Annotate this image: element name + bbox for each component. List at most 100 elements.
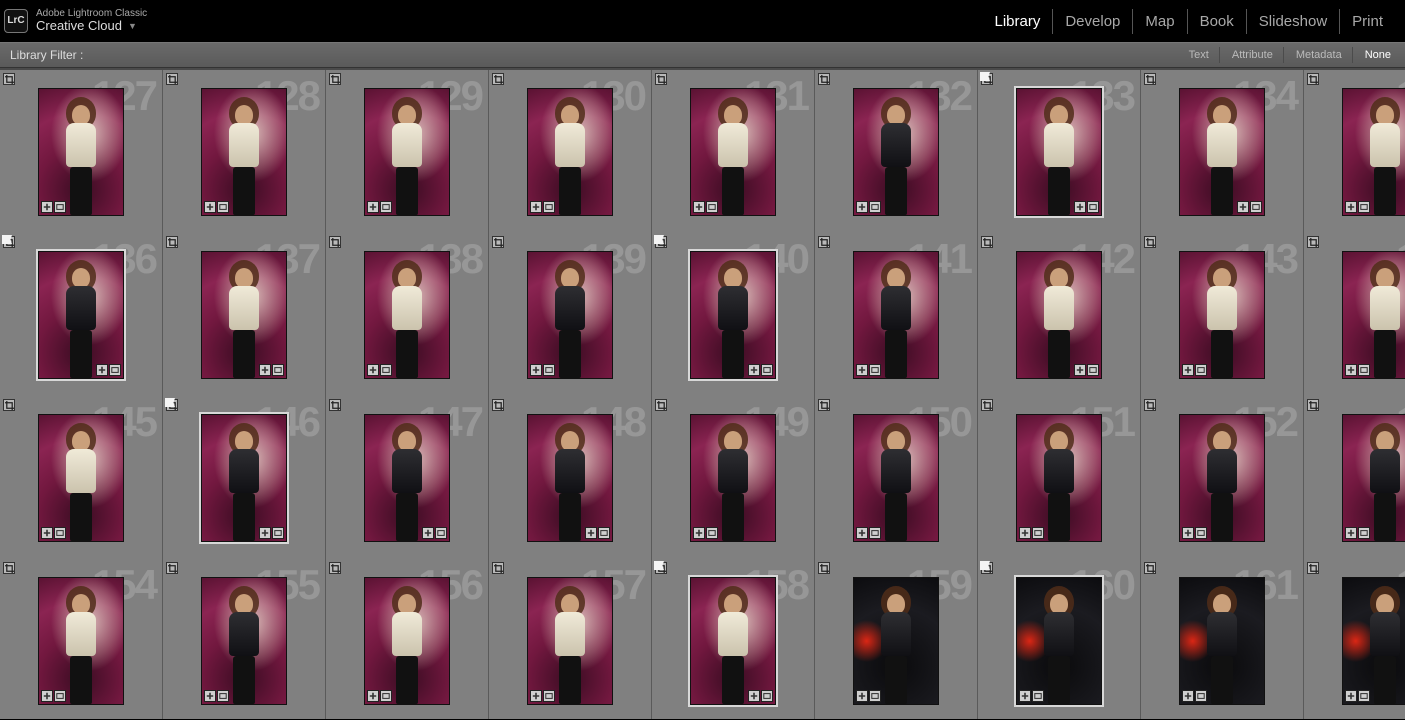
pick-flag-icon[interactable] (980, 72, 990, 81)
thumbnail[interactable] (1342, 251, 1405, 379)
thumbnail[interactable] (38, 251, 124, 379)
thumbnail[interactable] (364, 414, 450, 542)
grid-cell[interactable]: 147 (326, 396, 489, 559)
thumbnail[interactable] (527, 88, 613, 216)
develop-badge-icon (367, 690, 379, 702)
filter-option-none[interactable]: None (1355, 47, 1395, 63)
grid-cell[interactable]: 154 (0, 559, 163, 719)
thumbnail[interactable] (38, 88, 124, 216)
filter-option-text[interactable]: Text (1179, 47, 1220, 63)
grid-cell[interactable]: 128 (163, 70, 326, 233)
thumbnail[interactable] (201, 88, 287, 216)
grid-cell[interactable]: 161 (1141, 559, 1304, 719)
chevron-down-icon[interactable]: ▼ (128, 22, 137, 32)
grid-view[interactable]: 1271281291301311321331341351361371381391… (0, 68, 1405, 719)
grid-cell[interactable]: 131 (652, 70, 815, 233)
thumbnail[interactable] (1179, 88, 1265, 216)
thumbnail[interactable] (364, 251, 450, 379)
grid-cell[interactable]: 129 (326, 70, 489, 233)
grid-cell[interactable]: 130 (489, 70, 652, 233)
crop-icon (655, 399, 667, 411)
filter-option-metadata[interactable]: Metadata (1286, 47, 1353, 63)
grid-cell[interactable]: 132 (815, 70, 978, 233)
thumbnail[interactable] (1016, 88, 1102, 216)
thumbnail[interactable] (853, 577, 939, 705)
module-tab-map[interactable]: Map (1133, 9, 1187, 34)
grid-cell[interactable]: 139 (489, 233, 652, 396)
thumbnail[interactable] (853, 414, 939, 542)
thumbnail[interactable] (690, 414, 776, 542)
develop-badge-icon (1345, 201, 1357, 213)
thumbnail[interactable] (1016, 414, 1102, 542)
thumbnail[interactable] (690, 251, 776, 379)
grid-cell[interactable]: 159 (815, 559, 978, 719)
thumbnail[interactable] (364, 88, 450, 216)
module-tab-develop[interactable]: Develop (1053, 9, 1133, 34)
thumbnail[interactable] (1342, 88, 1405, 216)
develop-badge-icon (1345, 364, 1357, 376)
thumbnail[interactable] (1342, 577, 1405, 705)
module-tab-library[interactable]: Library (982, 9, 1053, 34)
grid-cell[interactable]: 158 (652, 559, 815, 719)
thumbnail[interactable] (1179, 251, 1265, 379)
grid-cell[interactable]: 137 (163, 233, 326, 396)
grid-cell[interactable]: 140 (652, 233, 815, 396)
thumbnail[interactable] (38, 414, 124, 542)
grid-cell[interactable]: 152 (1141, 396, 1304, 559)
grid-cell[interactable]: 156 (326, 559, 489, 719)
filter-option-attribute[interactable]: Attribute (1222, 47, 1284, 63)
thumbnail[interactable] (690, 577, 776, 705)
pick-flag-icon[interactable] (654, 561, 664, 570)
thumbnail[interactable] (364, 577, 450, 705)
grid-cell[interactable]: 138 (326, 233, 489, 396)
grid-cell[interactable]: 136 (0, 233, 163, 396)
grid-cell[interactable]: 142 (978, 233, 1141, 396)
crop-badge-icon (706, 201, 718, 213)
grid-cell[interactable]: 127 (0, 70, 163, 233)
thumbnail[interactable] (527, 414, 613, 542)
grid-cell[interactable]: 144 (1304, 233, 1405, 396)
thumbnail[interactable] (690, 88, 776, 216)
pick-flag-icon[interactable] (2, 235, 12, 244)
grid-cell[interactable]: 134 (1141, 70, 1304, 233)
grid-cell[interactable]: 150 (815, 396, 978, 559)
grid-cell[interactable]: 149 (652, 396, 815, 559)
grid-cell[interactable]: 157 (489, 559, 652, 719)
module-tab-slideshow[interactable]: Slideshow (1247, 9, 1340, 34)
thumbnail-badges (693, 201, 718, 213)
module-tab-book[interactable]: Book (1188, 9, 1247, 34)
thumbnail[interactable] (1179, 577, 1265, 705)
thumbnail[interactable] (527, 251, 613, 379)
thumbnail[interactable] (853, 88, 939, 216)
pick-flag-icon[interactable] (654, 235, 664, 244)
grid-cell[interactable]: 155 (163, 559, 326, 719)
grid-cell[interactable]: 160 (978, 559, 1141, 719)
thumbnail[interactable] (201, 414, 287, 542)
crop-icon (1144, 562, 1156, 574)
crop-icon (492, 236, 504, 248)
crop-icon (329, 236, 341, 248)
develop-badge-icon (856, 364, 868, 376)
thumbnail[interactable] (527, 577, 613, 705)
grid-cell[interactable]: 133 (978, 70, 1141, 233)
thumbnail[interactable] (1016, 577, 1102, 705)
grid-cell[interactable]: 143 (1141, 233, 1304, 396)
grid-cell[interactable]: 146 (163, 396, 326, 559)
grid-cell[interactable]: 153 (1304, 396, 1405, 559)
thumbnail[interactable] (1179, 414, 1265, 542)
module-tab-print[interactable]: Print (1340, 9, 1395, 34)
grid-cell[interactable]: 135 (1304, 70, 1405, 233)
thumbnail[interactable] (38, 577, 124, 705)
grid-cell[interactable]: 151 (978, 396, 1141, 559)
thumbnail[interactable] (201, 577, 287, 705)
pick-flag-icon[interactable] (980, 561, 990, 570)
thumbnail[interactable] (1016, 251, 1102, 379)
thumbnail[interactable] (853, 251, 939, 379)
grid-cell[interactable]: 148 (489, 396, 652, 559)
grid-cell[interactable]: 145 (0, 396, 163, 559)
grid-cell[interactable]: 162 (1304, 559, 1405, 719)
grid-cell[interactable]: 141 (815, 233, 978, 396)
pick-flag-icon[interactable] (165, 398, 175, 407)
thumbnail[interactable] (1342, 414, 1405, 542)
thumbnail[interactable] (201, 251, 287, 379)
